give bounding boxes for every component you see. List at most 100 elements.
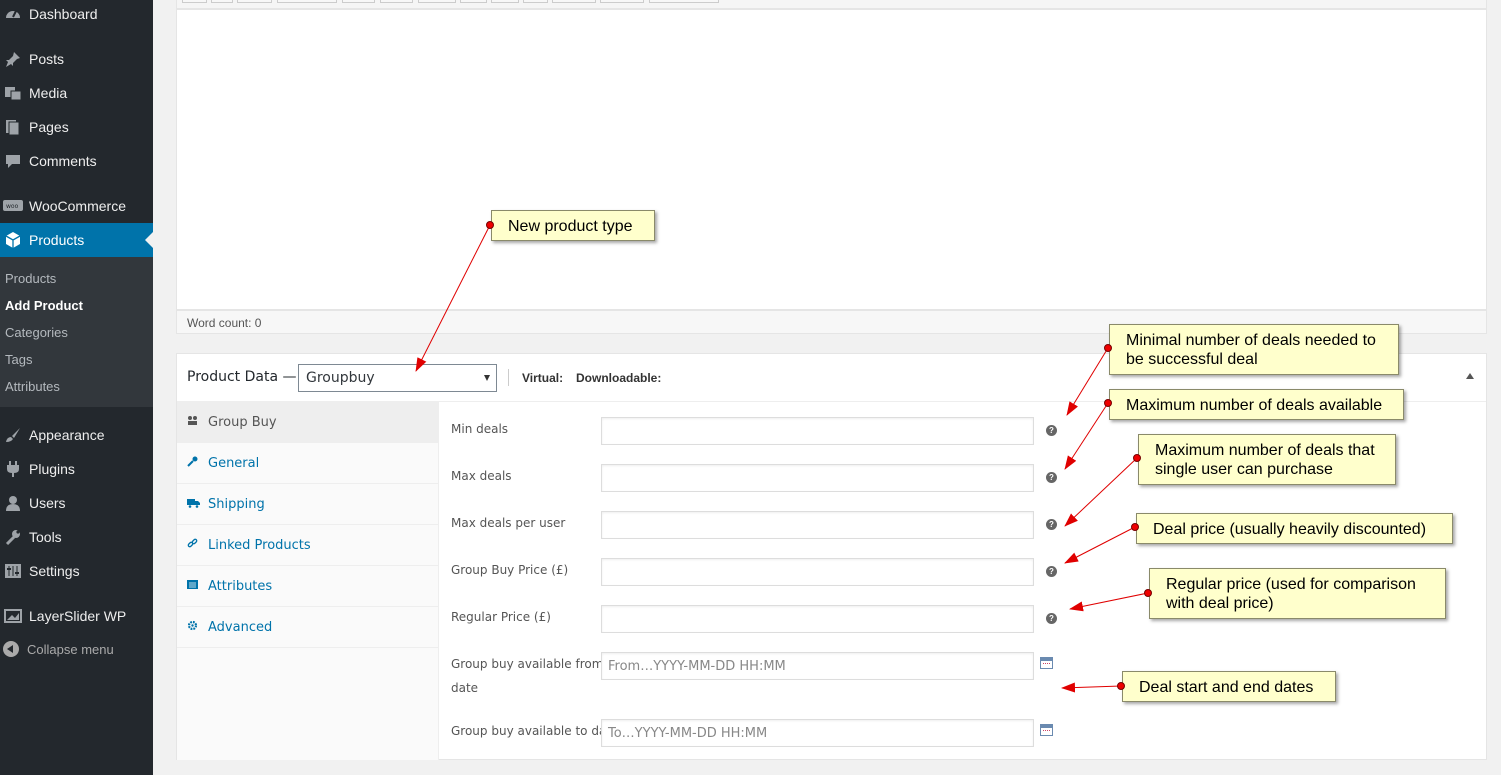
- menu-item-layerslider[interactable]: LayerSlider WP: [0, 599, 153, 633]
- available-from-label-line1: Group buy available from: [451, 657, 604, 671]
- menu-item-products[interactable]: Products: [0, 223, 153, 257]
- tab-label: Attributes: [208, 578, 273, 594]
- annotation-dot: [1104, 344, 1112, 352]
- toolbar-button[interactable]: [491, 0, 519, 3]
- toolbar-button[interactable]: [237, 0, 272, 3]
- toolbar-button[interactable]: [600, 0, 644, 3]
- group-icon: [187, 415, 201, 429]
- submenu-attributes[interactable]: Attributes: [5, 379, 60, 394]
- plug-icon: [3, 459, 23, 479]
- tab-group-buy[interactable]: Group Buy: [177, 402, 439, 443]
- annotation-max-deals: Maximum number of deals available: [1109, 389, 1404, 420]
- wrench-icon: [187, 456, 201, 470]
- toolbar-button[interactable]: [418, 0, 456, 3]
- menu-label: Dashboard: [29, 6, 98, 22]
- menu-label: Pages: [29, 119, 69, 135]
- group-buy-price-input[interactable]: [601, 558, 1034, 586]
- toolbar-button[interactable]: [649, 0, 719, 3]
- toolbar-button[interactable]: [380, 0, 413, 3]
- menu-item-posts[interactable]: Posts: [0, 42, 153, 76]
- submenu-products[interactable]: Products: [5, 271, 56, 286]
- available-from-label: Group buy available from date: [451, 652, 603, 700]
- help-icon[interactable]: ?: [1046, 613, 1057, 624]
- min-deals-input[interactable]: [601, 417, 1034, 445]
- max-deals-label: Max deals: [451, 469, 512, 483]
- menu-item-woocommerce[interactable]: woo WooCommerce: [0, 189, 153, 223]
- tab-label: General: [208, 455, 260, 471]
- product-type-value: Groupbuy: [306, 370, 375, 386]
- menu-label: LayerSlider WP: [29, 608, 127, 624]
- toolbar-button[interactable]: [182, 0, 207, 3]
- menu-label: Comments: [29, 153, 97, 169]
- product-type-select[interactable]: Groupbuy: [298, 364, 497, 392]
- toolbar-button[interactable]: [211, 0, 233, 3]
- pin-icon: [3, 49, 23, 69]
- help-icon[interactable]: ?: [1046, 425, 1057, 436]
- regular-price-input[interactable]: [601, 605, 1034, 633]
- tab-linked-products[interactable]: Linked Products: [177, 525, 439, 566]
- max-deals-per-user-label: Max deals per user: [451, 516, 566, 530]
- tab-shipping[interactable]: Shipping: [177, 484, 439, 525]
- tab-advanced[interactable]: Advanced: [177, 607, 439, 648]
- menu-label: Products: [29, 232, 85, 248]
- submenu-categories[interactable]: Categories: [5, 325, 68, 340]
- available-from-label-line2: date: [451, 681, 479, 695]
- calendar-icon[interactable]: [1040, 724, 1053, 736]
- annotation-regular-price: Regular price (used for comparison with …: [1149, 568, 1446, 619]
- toolbar-button[interactable]: [277, 0, 337, 3]
- menu-item-plugins[interactable]: Plugins: [0, 452, 153, 486]
- submenu-add-product[interactable]: Add Product: [5, 298, 83, 313]
- max-deals-input[interactable]: [601, 464, 1034, 492]
- toolbar-button[interactable]: [342, 0, 375, 3]
- list-icon: [187, 579, 201, 593]
- toolbar-button[interactable]: [460, 0, 487, 3]
- tab-general[interactable]: General: [177, 443, 439, 484]
- downloadable-checkbox-label[interactable]: Downloadable:: [576, 371, 661, 385]
- tab-label: Linked Products: [208, 537, 311, 553]
- menu-item-appearance[interactable]: Appearance: [0, 418, 153, 452]
- collapse-arrow-icon: [3, 641, 19, 657]
- tab-label: Group Buy: [208, 414, 277, 430]
- help-icon[interactable]: ?: [1046, 566, 1057, 577]
- virtual-checkbox-label[interactable]: Virtual:: [522, 371, 563, 385]
- submenu-tags[interactable]: Tags: [5, 352, 32, 367]
- calendar-icon[interactable]: [1040, 657, 1053, 669]
- menu-label: Posts: [29, 51, 65, 67]
- collapse-panel-icon[interactable]: [1466, 373, 1474, 379]
- max-deals-per-user-input[interactable]: [601, 511, 1034, 539]
- toolbar-button[interactable]: [552, 0, 596, 3]
- menu-item-comments[interactable]: Comments: [0, 144, 153, 178]
- menu-item-dashboard[interactable]: Dashboard: [0, 0, 153, 31]
- available-to-placeholder: To…YYYY-MM-DD HH:MM: [608, 726, 768, 741]
- annotation-max-per-user: Maximum number of deals that single user…: [1138, 434, 1396, 485]
- menu-label: WooCommerce: [29, 198, 126, 214]
- menu-item-media[interactable]: Media: [0, 76, 153, 110]
- menu-label: Plugins: [29, 461, 75, 477]
- annotation-dot: [1104, 399, 1112, 407]
- link-icon: [187, 538, 201, 552]
- media-icon: [3, 83, 23, 103]
- layers-icon: [3, 606, 23, 626]
- annotation-dates: Deal start and end dates: [1122, 671, 1336, 702]
- available-to-input[interactable]: To…YYYY-MM-DD HH:MM: [601, 719, 1034, 747]
- menu-item-users[interactable]: Users: [0, 486, 153, 520]
- group-buy-price-label: Group Buy Price (£): [451, 563, 569, 577]
- menu-item-tools[interactable]: Tools: [0, 520, 153, 554]
- annotation-dot: [1131, 523, 1139, 531]
- truck-icon: [187, 498, 201, 511]
- wrench-icon: [3, 527, 23, 547]
- help-icon[interactable]: ?: [1046, 472, 1057, 483]
- content-editor[interactable]: [176, 9, 1487, 310]
- annotation-min-deals: Minimal number of deals needed to be suc…: [1109, 324, 1399, 375]
- regular-price-label: Regular Price (£): [451, 610, 551, 624]
- svg-text:woo: woo: [6, 203, 19, 210]
- menu-label: Settings: [29, 563, 80, 579]
- menu-item-pages[interactable]: Pages: [0, 110, 153, 144]
- available-from-input[interactable]: From…YYYY-MM-DD HH:MM: [601, 652, 1034, 680]
- collapse-menu-button[interactable]: Collapse menu: [3, 641, 114, 657]
- toolbar-button[interactable]: [523, 0, 548, 3]
- menu-label: Media: [29, 85, 68, 101]
- help-icon[interactable]: ?: [1046, 519, 1057, 530]
- tab-attributes[interactable]: Attributes: [177, 566, 439, 607]
- menu-item-settings[interactable]: Settings: [0, 554, 153, 588]
